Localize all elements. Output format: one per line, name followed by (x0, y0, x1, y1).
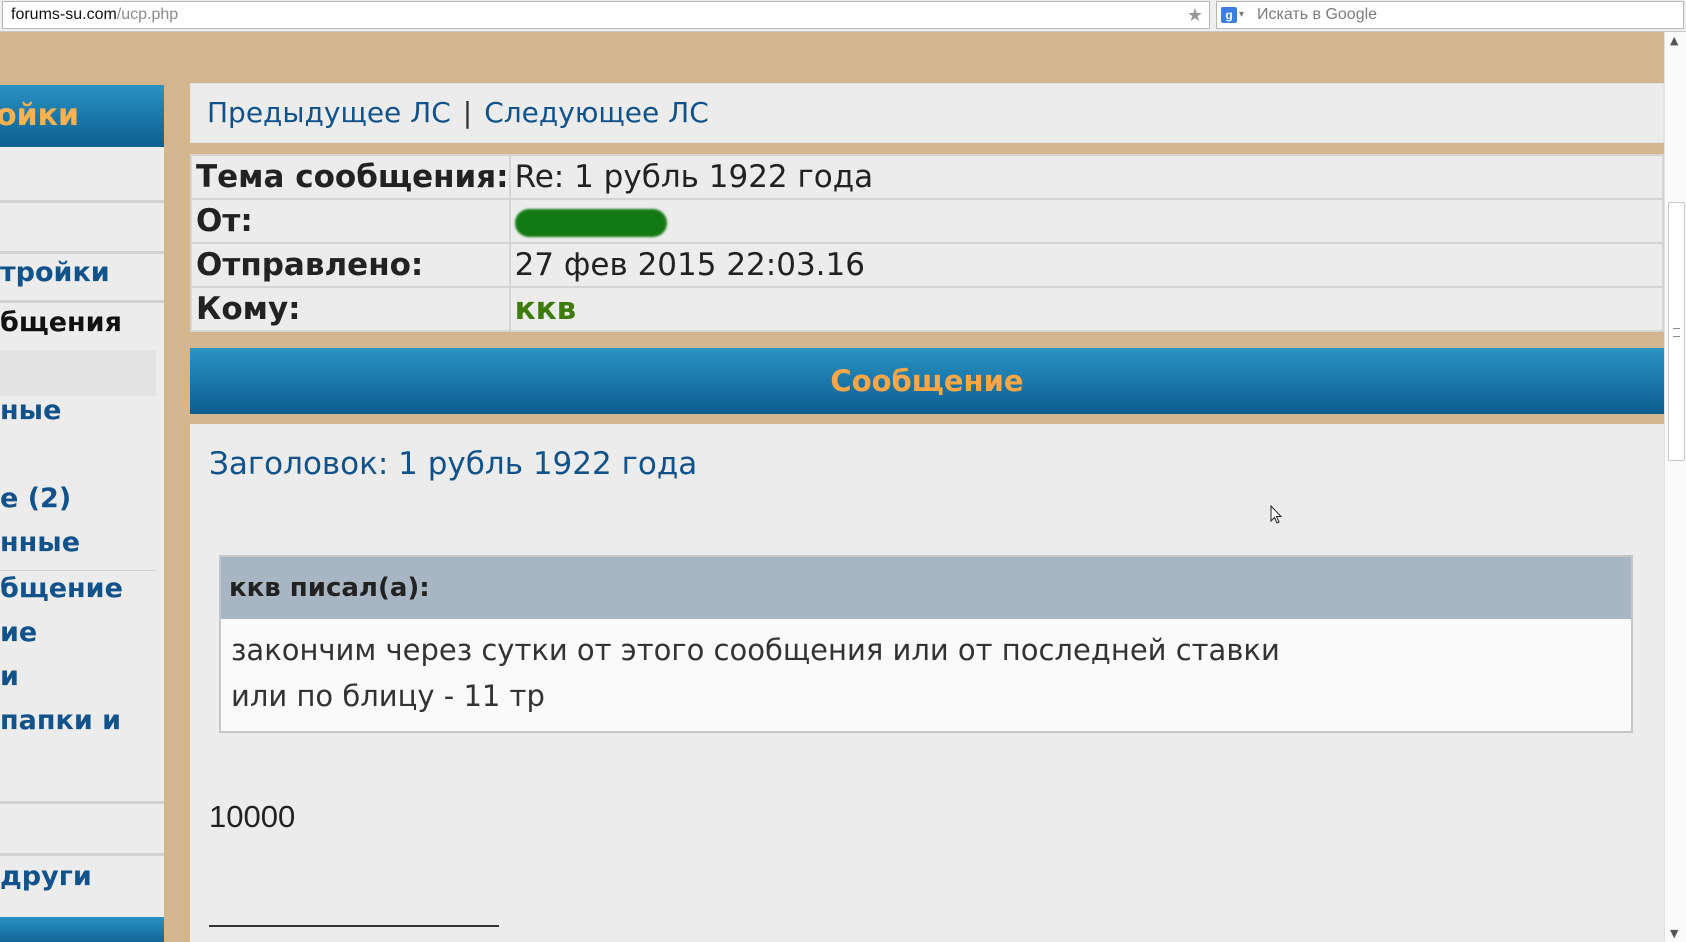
sidebar-item-friends[interactable]: други (0, 861, 164, 892)
sidebar-item-messages[interactable]: бщения (0, 307, 164, 338)
ucp-sidebar: ойки тройки бщения ные е (2) нные бщение… (0, 85, 164, 942)
subject-value: Re: 1 рубль 1922 года (508, 154, 1665, 200)
sidebar-divider (0, 200, 164, 203)
grip-icon (1673, 328, 1680, 337)
from-value (508, 198, 1665, 244)
sidebar-item-compose[interactable]: бщение (0, 573, 164, 604)
pm-header-table: Тема сообщения: Re: 1 рубль 1922 года От… (190, 154, 1665, 332)
chevron-down-icon[interactable]: ▾ (1239, 2, 1244, 28)
message-section-header: Сообщение (190, 348, 1664, 414)
sidebar-divider (0, 853, 164, 856)
nav-separator: | (462, 96, 473, 129)
quote-line: закончим через сутки от этого сообщения … (231, 633, 1280, 667)
scroll-down-icon[interactable]: ▼ (1670, 927, 1678, 940)
sidebar-item-1[interactable]: ные (0, 395, 164, 426)
pm-navigation: Предыдущее ЛС | Следующее ЛС (190, 83, 1664, 143)
quote-block: ккв писал(а): закончим через сутки от эт… (219, 555, 1633, 733)
sidebar-item-2[interactable]: е (2) (0, 483, 164, 514)
sidebar-header-2 (0, 917, 164, 942)
sidebar-header: ойки (0, 85, 164, 147)
prev-pm-link[interactable]: Предыдущее ЛС (207, 96, 451, 129)
message-title: Заголовок: 1 рубль 1922 года (209, 446, 698, 482)
next-pm-link[interactable]: Следующее ЛС (484, 96, 709, 129)
from-label: От: (190, 198, 511, 244)
table-row: Кому: ккв (190, 286, 1665, 332)
sidebar-item-settings[interactable]: тройки (0, 257, 164, 288)
sidebar-item-active[interactable] (0, 350, 156, 396)
url-path: /ucp.php (116, 6, 179, 23)
scrollbar-thumb[interactable] (1668, 202, 1685, 461)
scroll-up-icon[interactable]: ▲ (1670, 34, 1678, 47)
sidebar-item-3[interactable]: нные (0, 527, 164, 558)
search-placeholder: Искать в Google (1257, 6, 1378, 23)
address-bar[interactable]: forums-su.com/ucp.php ★ (2, 1, 1210, 29)
mouse-cursor-icon (1270, 505, 1283, 524)
to-username-link[interactable]: ккв (508, 286, 1665, 332)
quote-text: закончим через сутки от этого сообщения … (221, 619, 1631, 719)
quote-author: ккв писал(а): (221, 557, 1631, 619)
sidebar-divider (0, 300, 164, 303)
sidebar-divider (0, 251, 164, 254)
table-row: От: (190, 198, 1665, 244)
signature-divider (209, 925, 499, 927)
sidebar-item-4[interactable]: ие (0, 617, 164, 648)
google-icon[interactable]: g (1221, 7, 1237, 23)
search-input[interactable]: g ▾ Искать в Google (1216, 1, 1684, 29)
table-row: Тема сообщения: Re: 1 рубль 1922 года (190, 154, 1665, 200)
sent-label: Отправлено: (190, 242, 511, 288)
message-body: Заголовок: 1 рубль 1922 года ккв писал(а… (190, 424, 1664, 942)
page-scrollbar[interactable]: ▲ ▼ (1664, 32, 1686, 942)
sidebar-item-folders[interactable]: папки и (0, 705, 164, 736)
redacted-username (514, 208, 667, 237)
to-label: Кому: (190, 286, 511, 332)
browser-toolbar: forums-su.com/ucp.php ★ g ▾ Искать в Goo… (0, 0, 1686, 32)
message-text: 10000 (209, 799, 296, 834)
quote-line: или по блицу - 11 тр (231, 679, 545, 713)
sidebar-divider (0, 570, 156, 571)
sidebar-divider (0, 801, 164, 804)
bookmark-star-icon[interactable]: ★ (1187, 2, 1203, 28)
subject-label: Тема сообщения: (190, 154, 511, 200)
sidebar-item-5[interactable]: и (0, 661, 164, 692)
table-row: Отправлено: 27 фев 2015 22:03.16 (190, 242, 1665, 288)
url-host: forums-su.com (11, 6, 117, 23)
sent-value: 27 фев 2015 22:03.16 (508, 242, 1665, 288)
